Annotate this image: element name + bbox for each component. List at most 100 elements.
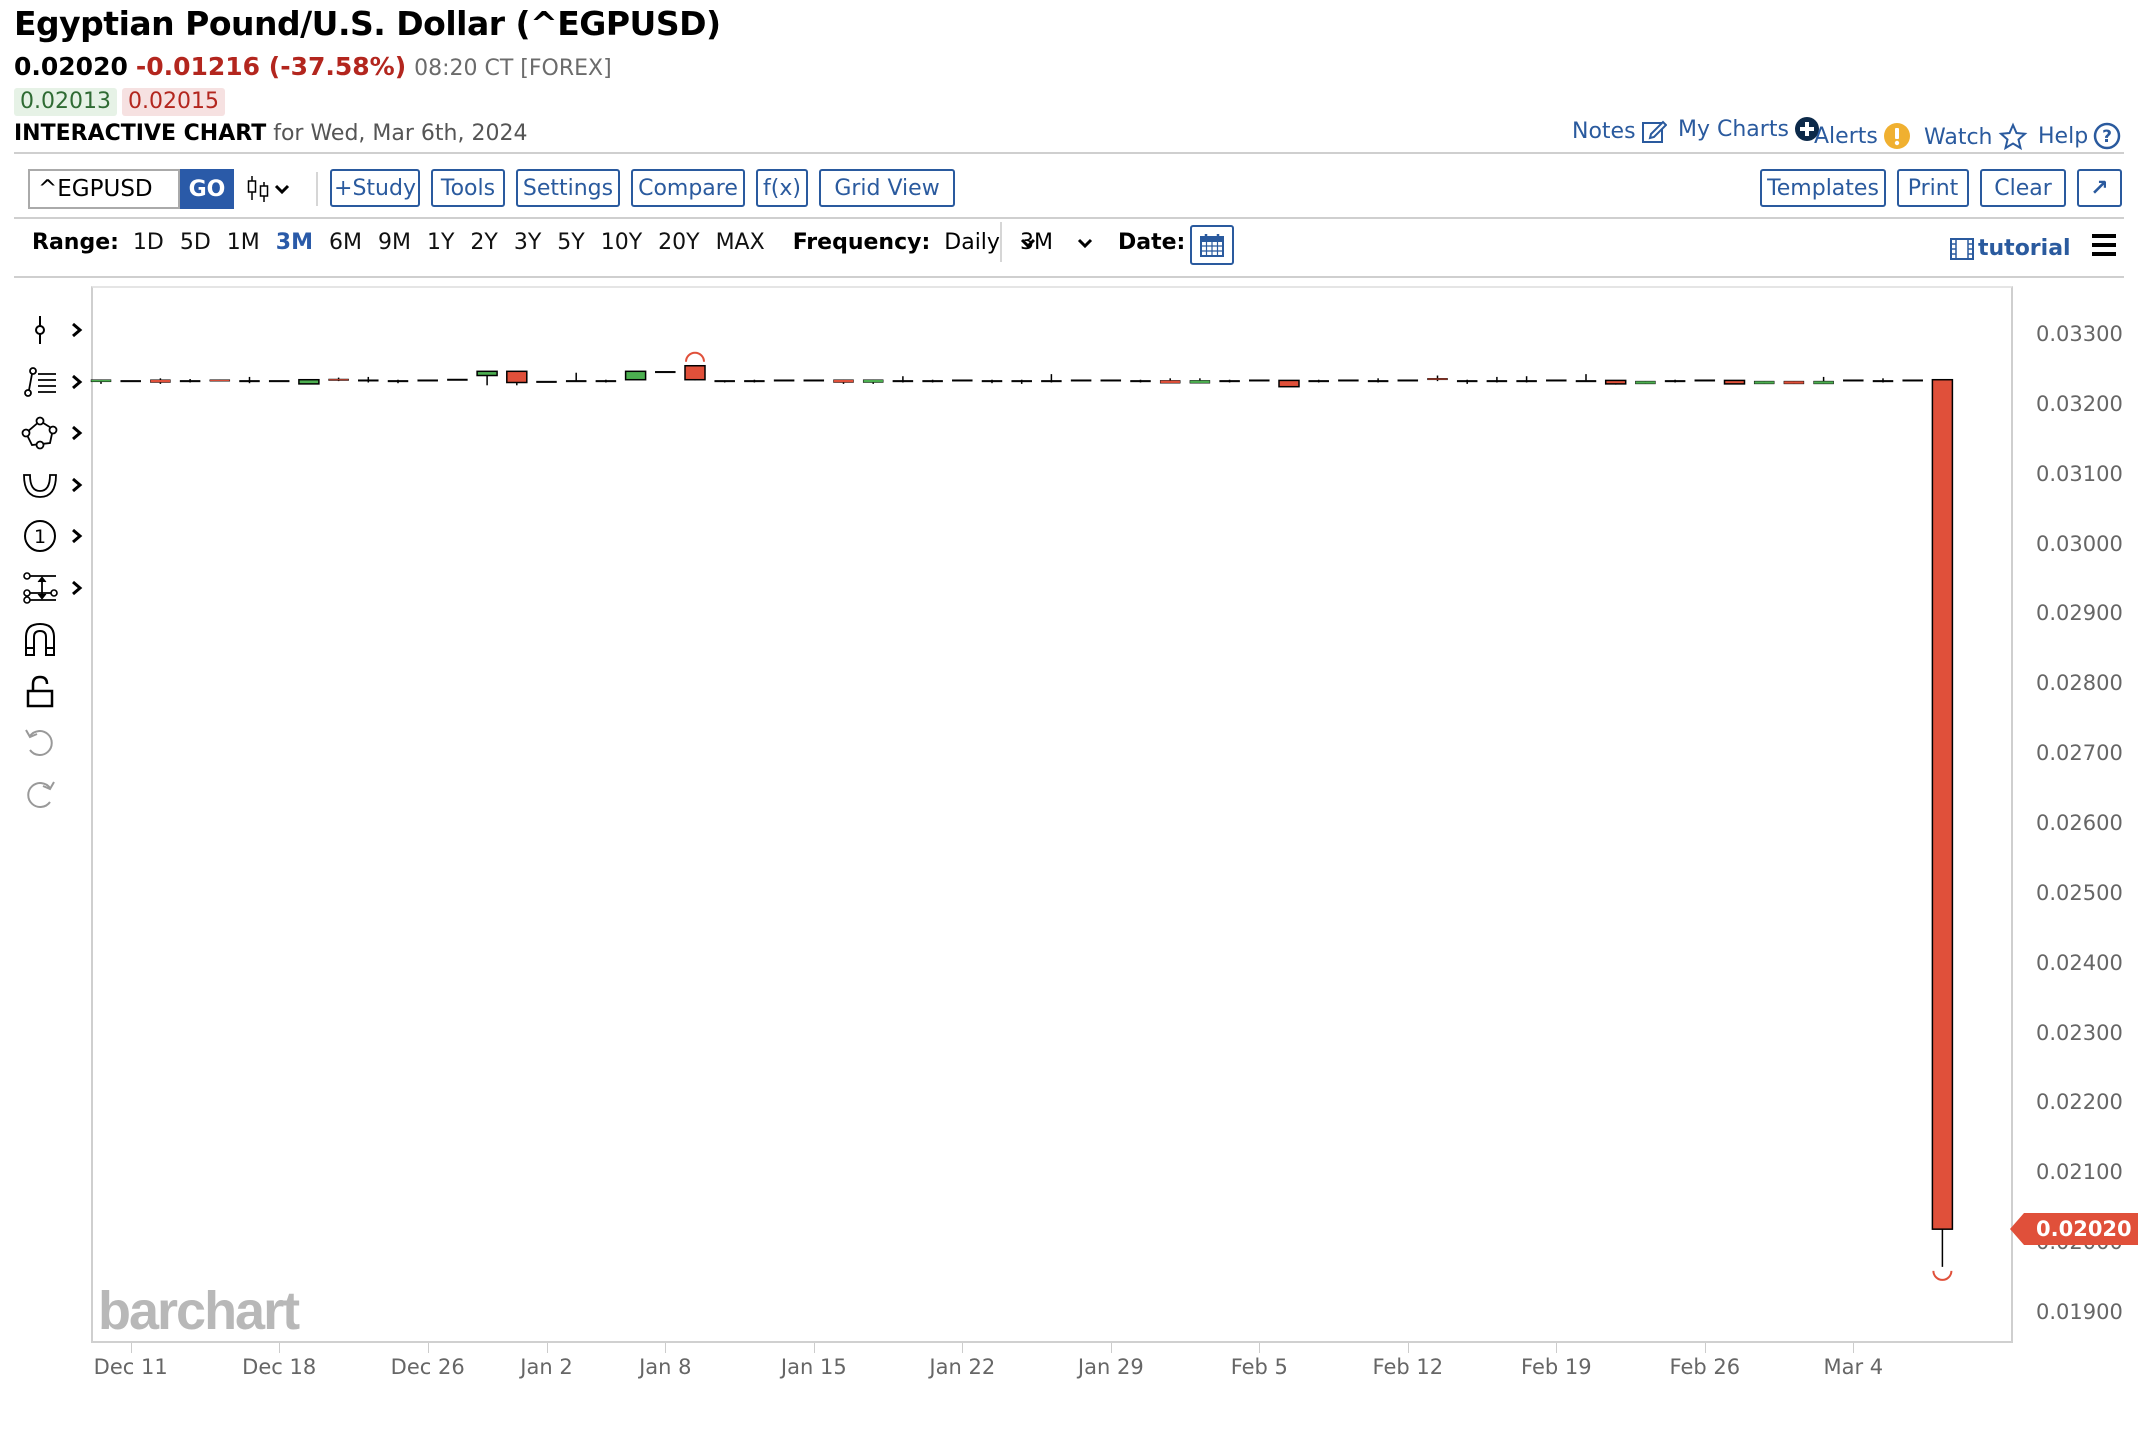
candle xyxy=(536,380,557,383)
candle-body xyxy=(1189,380,1211,384)
candle-body xyxy=(952,379,973,382)
y-tick-label: 0.01900 xyxy=(2036,1300,2123,1324)
candle-body xyxy=(1456,380,1478,383)
candle xyxy=(1338,379,1359,382)
y-tick-label: 0.02600 xyxy=(2036,811,2123,835)
candle xyxy=(328,377,349,382)
candle-body xyxy=(447,378,468,381)
candle xyxy=(1427,375,1448,382)
candle-body xyxy=(1100,379,1122,382)
x-tick-label: Feb 5 xyxy=(1230,1355,1288,1379)
candle xyxy=(1664,379,1686,383)
candle-body xyxy=(1931,378,1954,1230)
candle xyxy=(1872,378,1894,383)
candle-body xyxy=(298,378,320,385)
candle-body xyxy=(684,364,706,381)
candle-body xyxy=(1635,380,1656,385)
x-tick-mark xyxy=(1853,1343,1855,1353)
candle xyxy=(1931,378,1954,1267)
candle-body xyxy=(120,380,141,383)
candle-body xyxy=(417,379,438,382)
x-tick-label: Jan 8 xyxy=(639,1355,692,1379)
candle xyxy=(150,378,171,384)
candle xyxy=(1723,379,1746,385)
candle-body xyxy=(862,379,884,383)
candle-body xyxy=(565,380,587,383)
candle xyxy=(387,379,409,384)
candle xyxy=(120,380,141,383)
candle xyxy=(1575,374,1597,383)
candle-body xyxy=(209,379,231,382)
candle-body xyxy=(476,370,498,377)
x-tick-mark xyxy=(962,1343,964,1353)
candle xyxy=(1843,379,1864,382)
candle xyxy=(1041,374,1062,383)
candle-body xyxy=(1159,380,1181,384)
candle xyxy=(833,379,854,384)
x-tick-label: Jan 15 xyxy=(780,1355,847,1379)
y-tick-label: 0.02300 xyxy=(2036,1020,2123,1045)
candle-body xyxy=(1604,379,1627,385)
x-tick-label: Dec 11 xyxy=(93,1355,168,1379)
y-tick-label: 0.03100 xyxy=(2036,461,2123,486)
x-tick-label: Dec 18 xyxy=(242,1355,317,1379)
x-tick-mark xyxy=(813,1343,815,1353)
candle-body xyxy=(892,380,914,383)
candle-body xyxy=(773,379,795,382)
candle-body xyxy=(150,379,171,383)
candle xyxy=(1516,376,1537,383)
x-tick-mark xyxy=(1110,1343,1112,1353)
candle-body xyxy=(1902,379,1923,382)
candle xyxy=(1813,376,1834,385)
candle-body xyxy=(1130,380,1151,383)
candle xyxy=(1070,379,1092,382)
candle-body xyxy=(595,380,617,383)
candle xyxy=(1902,379,1923,382)
candlestick-chart xyxy=(90,351,1954,1281)
candle xyxy=(1219,379,1240,383)
candle xyxy=(922,379,943,383)
candle xyxy=(417,379,438,382)
candle-body xyxy=(1783,380,1805,385)
x-tick-label: Feb 26 xyxy=(1669,1355,1741,1379)
x-tick-mark xyxy=(665,1343,667,1353)
candle-body xyxy=(536,380,557,383)
candle xyxy=(1456,379,1478,384)
y-tick-label: 0.02800 xyxy=(2036,671,2123,696)
x-tick-mark xyxy=(279,1343,281,1353)
candle xyxy=(1189,378,1211,384)
candle xyxy=(1100,379,1122,382)
y-tick-label: 0.03200 xyxy=(2036,391,2123,416)
candle-body xyxy=(1723,379,1746,385)
candle xyxy=(1367,378,1389,383)
candle xyxy=(565,372,587,383)
candle xyxy=(1753,380,1775,385)
y-tick-label: 0.02900 xyxy=(2036,601,2123,626)
candle-body xyxy=(1011,380,1032,383)
candle xyxy=(714,380,735,383)
candle-body xyxy=(803,379,825,382)
y-tick-label: 0.03000 xyxy=(2036,531,2123,556)
x-tick-label: Feb 19 xyxy=(1521,1355,1592,1379)
x-tick-label: Feb 12 xyxy=(1372,1355,1444,1379)
candle-body xyxy=(1249,379,1270,382)
y-tick-label: 0.02400 xyxy=(2036,950,2123,975)
candle-body xyxy=(1753,380,1775,385)
candle-body xyxy=(239,380,260,383)
candle-body xyxy=(981,380,1003,383)
candle xyxy=(1397,379,1419,382)
candle xyxy=(1130,379,1151,383)
candle-body xyxy=(179,380,201,383)
y-tick-label: 0.02700 xyxy=(2036,741,2123,766)
x-tick-mark xyxy=(130,1343,132,1353)
candle-body xyxy=(1397,379,1419,382)
candle xyxy=(90,379,112,384)
candle-body xyxy=(922,380,943,383)
candle xyxy=(1278,379,1300,388)
candle xyxy=(862,379,884,384)
candle-body xyxy=(1041,380,1062,383)
y-tick-label: 0.03300 xyxy=(2036,322,2123,346)
candle xyxy=(1249,379,1270,382)
candle-body xyxy=(506,370,528,384)
candle xyxy=(981,379,1003,384)
